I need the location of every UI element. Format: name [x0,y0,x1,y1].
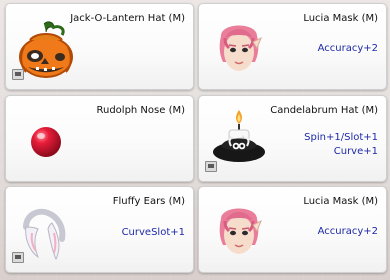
item-card-lucia-mask[interactable]: Lucia Mask (M) Accuracy+2 [198,186,387,273]
slot-badge-icon [205,161,217,172]
item-stat: Spin+1/Slot+1 [304,132,378,143]
item-card-candelabrum-hat[interactable]: Candelabrum Hat (M) Spin+1/Slot+1 Curve+… [198,95,387,182]
item-card-lucia-mask[interactable]: Lucia Mask (M) Accuracy+2 [198,3,387,90]
item-stat: Accuracy+2 [317,43,378,54]
lucia-mask-icon [207,14,271,80]
item-stat: Curve+1 [333,146,378,157]
item-card-rudolph-nose[interactable]: Rudolph Nose (M) [5,95,194,182]
item-name: Fluffy Ears (M) [112,196,185,207]
item-name: Rudolph Nose (M) [96,105,185,116]
item-stat: CurveSlot+1 [121,227,185,238]
item-name: Jack-O-Lantern Hat (M) [70,13,185,24]
item-card-fluffy-ears[interactable]: Fluffy Ears (M) CurveSlot+1 [5,186,194,273]
slot-badge-icon [12,252,24,263]
rudolph-nose-icon [14,106,78,172]
slot-badge-icon [12,69,24,80]
item-card-jack-o-lantern-hat[interactable]: Jack-O-Lantern Hat (M) [5,3,194,90]
item-stat: Accuracy+2 [317,226,378,237]
item-name: Lucia Mask (M) [303,13,378,24]
lucia-mask-icon [207,197,271,263]
item-name: Lucia Mask (M) [303,196,378,207]
item-name: Candelabrum Hat (M) [270,105,378,116]
